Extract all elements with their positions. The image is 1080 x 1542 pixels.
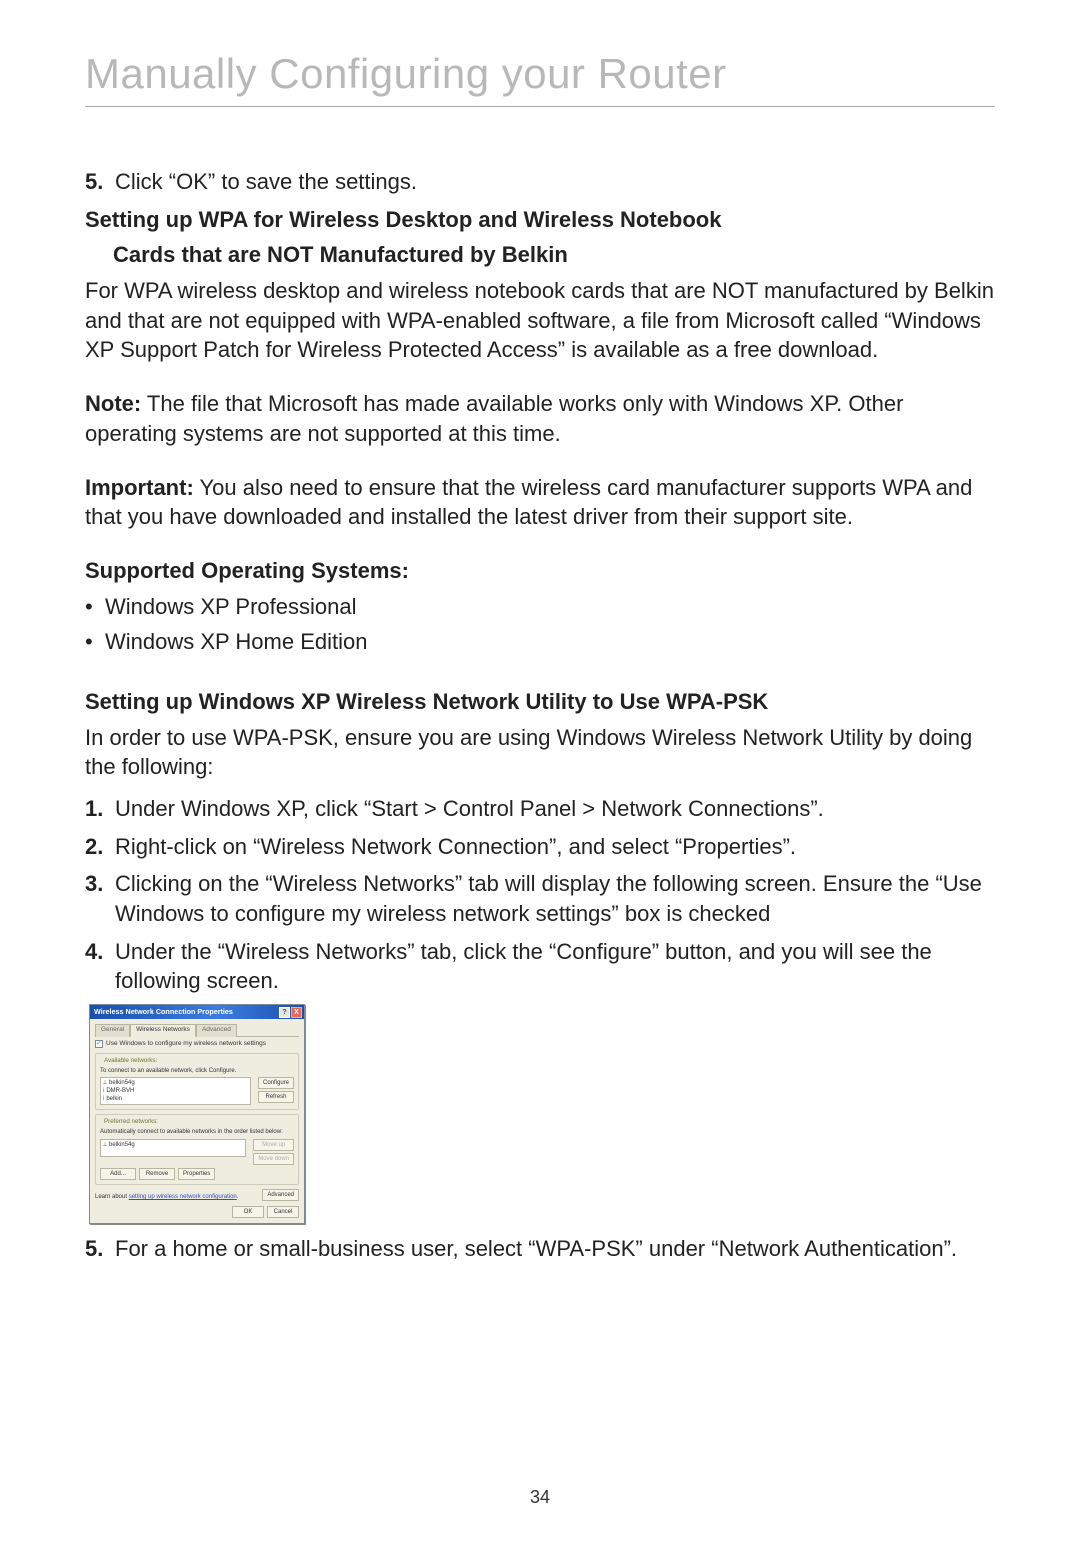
- preferred-networks-list[interactable]: ⟂belkin54g: [100, 1139, 246, 1157]
- preferred-networks-title: Preferred networks:: [102, 1118, 160, 1126]
- bullet-dot: •: [85, 592, 97, 622]
- add-button[interactable]: Add...: [100, 1168, 136, 1180]
- available-networks-help: To connect to an available network, clic…: [100, 1067, 294, 1075]
- close-button[interactable]: X: [291, 1007, 302, 1018]
- important-label: Important:: [85, 475, 194, 500]
- important-text: You also need to ensure that the wireles…: [85, 475, 972, 530]
- step-text: Under the “Wireless Networks” tab, click…: [115, 937, 995, 996]
- move-down-button[interactable]: Move down: [253, 1153, 294, 1165]
- bullet-xp-pro: • Windows XP Professional: [85, 592, 995, 622]
- step-4: 4.Under the “Wireless Networks” tab, cli…: [85, 937, 995, 996]
- document-body: 5. Click “OK” to save the settings. Sett…: [85, 167, 995, 1264]
- preferred-networks-help: Automatically connect to available netwo…: [100, 1128, 294, 1136]
- step-5-save: 5. Click “OK” to save the settings.: [85, 167, 995, 197]
- bullet-xp-home: • Windows XP Home Edition: [85, 627, 995, 657]
- bullet-text: Windows XP Professional: [105, 592, 357, 622]
- xp-titlebar: Wireless Network Connection Properties ?…: [90, 1005, 304, 1019]
- heading-supported-os: Supported Operating Systems:: [85, 556, 995, 586]
- learn-label: Learn about: [95, 1194, 129, 1200]
- available-networks-list[interactable]: ⟂belkin54g iDMR-BVH ibelkin: [100, 1077, 251, 1105]
- tab-general[interactable]: General: [95, 1024, 130, 1037]
- list-item-label: belkin: [106, 1095, 122, 1103]
- list-item[interactable]: ⟂belkin54g: [103, 1079, 248, 1087]
- step-3: 3.Clicking on the “Wireless Networks” ta…: [85, 869, 995, 928]
- list-item[interactable]: ⟂belkin54g: [103, 1141, 243, 1149]
- xp-properties-dialog: Wireless Network Connection Properties ?…: [89, 1004, 305, 1224]
- tab-wireless-networks[interactable]: Wireless Networks: [130, 1024, 196, 1037]
- properties-button[interactable]: Properties: [178, 1168, 215, 1180]
- note-label: Note:: [85, 391, 141, 416]
- wifi-icon: i: [103, 1087, 104, 1095]
- xp-title-text: Wireless Network Connection Properties: [94, 1007, 233, 1017]
- step-number: 4.: [85, 937, 109, 967]
- step-number: 5.: [85, 167, 109, 197]
- list-item[interactable]: iDMR-BVH: [103, 1087, 248, 1095]
- cancel-button[interactable]: Cancel: [267, 1206, 299, 1218]
- heading-wpa-nonbelkin-line2: Cards that are NOT Manufactured by Belki…: [85, 240, 995, 270]
- ok-button[interactable]: OK: [232, 1206, 264, 1218]
- step-number: 1.: [85, 794, 109, 824]
- use-windows-checkbox-row: ✓ Use Windows to configure my wireless n…: [95, 1040, 299, 1049]
- heading-wpa-psk-utility: Setting up Windows XP Wireless Network U…: [85, 687, 995, 717]
- available-networks-title: Available networks:: [102, 1057, 159, 1065]
- wifi-icon: i: [103, 1095, 104, 1103]
- bullet-dot: •: [85, 627, 97, 657]
- available-networks-group: Available networks: To connect to an ava…: [95, 1053, 299, 1110]
- important-paragraph: Important: You also need to ensure that …: [85, 473, 995, 532]
- use-windows-checkbox[interactable]: ✓: [95, 1040, 103, 1048]
- step-2: 2.Right-click on “Wireless Network Conne…: [85, 832, 995, 862]
- preferred-networks-group: Preferred networks: Automatically connec…: [95, 1114, 299, 1185]
- list-item-label: belkin54g: [109, 1079, 135, 1087]
- step-text: Right-click on “Wireless Network Connect…: [115, 832, 995, 862]
- learn-about-text: Learn about setting up wireless network …: [95, 1193, 258, 1201]
- step-text: Clicking on the “Wireless Networks” tab …: [115, 869, 995, 928]
- step-1: 1.Under Windows XP, click “Start > Contr…: [85, 794, 995, 824]
- list-item-label: belkin54g: [109, 1141, 135, 1149]
- step-number: 5.: [85, 1234, 109, 1264]
- note-paragraph: Note: The file that Microsoft has made a…: [85, 389, 995, 448]
- step-text: For a home or small-business user, selec…: [115, 1234, 995, 1264]
- page-number: 34: [0, 1487, 1080, 1508]
- xp-tabs: General Wireless Networks Advanced: [95, 1023, 299, 1037]
- list-item[interactable]: ibelkin: [103, 1095, 248, 1103]
- step-5: 5.For a home or small-business user, sel…: [85, 1234, 995, 1264]
- bullet-text: Windows XP Home Edition: [105, 627, 368, 657]
- advanced-button[interactable]: Advanced: [262, 1189, 299, 1201]
- note-text: The file that Microsoft has made availab…: [85, 391, 903, 446]
- step-number: 2.: [85, 832, 109, 862]
- learn-link[interactable]: setting up wireless network configuratio…: [129, 1194, 237, 1200]
- step-text: Click “OK” to save the settings.: [115, 167, 995, 197]
- step-text: Under Windows XP, click “Start > Control…: [115, 794, 995, 824]
- paragraph-wpa-download: For WPA wireless desktop and wireless no…: [85, 276, 995, 365]
- help-button[interactable]: ?: [279, 1007, 290, 1018]
- step-number: 3.: [85, 869, 109, 899]
- configure-button[interactable]: Configure: [258, 1077, 294, 1089]
- page-title: Manually Configuring your Router: [85, 50, 995, 98]
- list-item-label: DMR-BVH: [106, 1087, 134, 1095]
- heading-wpa-nonbelkin-line1: Setting up WPA for Wireless Desktop and …: [85, 205, 995, 235]
- tab-advanced[interactable]: Advanced: [196, 1024, 237, 1037]
- title-divider: [85, 106, 995, 107]
- wifi-icon: ⟂: [103, 1141, 107, 1149]
- move-up-button[interactable]: Move up: [253, 1139, 294, 1151]
- paragraph-ensure-utility: In order to use WPA-PSK, ensure you are …: [85, 723, 995, 782]
- use-windows-checkbox-label: Use Windows to configure my wireless net…: [106, 1040, 266, 1049]
- remove-button[interactable]: Remove: [139, 1168, 175, 1180]
- refresh-button[interactable]: Refresh: [258, 1091, 294, 1103]
- wifi-icon: ⟂: [103, 1079, 107, 1087]
